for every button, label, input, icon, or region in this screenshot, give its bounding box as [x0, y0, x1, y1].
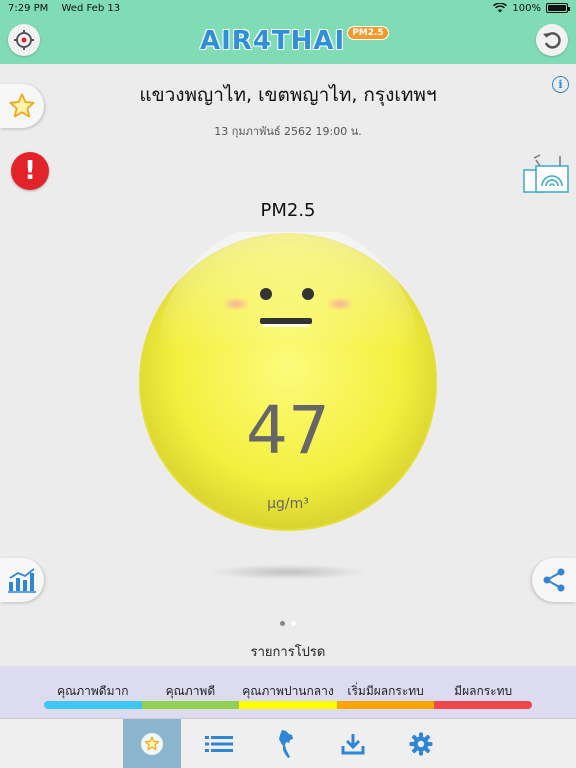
battery-fill	[548, 5, 566, 11]
face-shadow	[208, 564, 368, 580]
legend-labels: คุณภาพดีมาก คุณภาพดี คุณภาพปานกลาง เริ่มมีผ…	[44, 682, 532, 701]
right-cheek	[326, 297, 354, 311]
share-button[interactable]	[532, 558, 576, 602]
battery-icon	[546, 3, 570, 13]
logo-badge: PM2.5	[347, 26, 389, 40]
tab-favorites[interactable]	[123, 719, 181, 768]
tab-list[interactable]	[190, 719, 248, 768]
favorites-star-icon	[141, 733, 163, 755]
legend-segment	[434, 701, 532, 709]
station-icon[interactable]	[522, 152, 570, 194]
legend-segment	[239, 701, 337, 709]
share-icon	[543, 568, 565, 592]
legend-segment	[336, 701, 435, 709]
status-date: Wed Feb 13	[61, 2, 121, 14]
list-icon	[205, 736, 233, 752]
face-shine	[158, 232, 418, 352]
tab-bar	[0, 718, 576, 768]
pollutant-label: PM2.5	[260, 200, 316, 221]
logo-text: AIR4THAI	[200, 26, 346, 56]
alert-icon[interactable]: !	[11, 152, 49, 190]
pm25-value: 47	[246, 392, 330, 469]
page-indicator[interactable]	[0, 621, 576, 626]
tab-download[interactable]	[324, 719, 382, 768]
pm25-unit: μg/m³	[267, 496, 309, 512]
legend-segment	[44, 701, 142, 709]
bar-chart-icon	[8, 568, 36, 593]
location-name: แขวงพญาไท, เขตพญาไท, กรุงเทพฯ	[139, 84, 437, 106]
legend-segment	[141, 701, 240, 709]
mouth-highlight	[262, 324, 310, 327]
locate-button[interactable]	[8, 24, 40, 56]
app-header: AIR4THAI PM2.5	[0, 16, 576, 64]
star-outline-icon	[9, 93, 35, 118]
legend-label: คุณภาพดีมาก	[57, 684, 129, 698]
legend-color-bar	[44, 701, 532, 709]
aqi-legend: คุณภาพดีมาก คุณภาพดี คุณภาพปานกลาง เริ่มมีผ…	[0, 666, 576, 718]
download-icon	[341, 734, 365, 755]
status-bar: 7:29 PM Wed Feb 13 100%	[0, 0, 576, 16]
measurement-datetime: 13 กุมภาพันธ์ 2562 19:00 น.	[214, 125, 362, 138]
legend-label: มีผลกระทบ	[454, 684, 513, 698]
app-logo: AIR4THAI PM2.5	[200, 24, 389, 58]
wifi-icon	[493, 3, 508, 13]
page-dot[interactable]	[280, 621, 285, 626]
chart-button[interactable]	[0, 558, 44, 602]
thailand-map-icon	[279, 730, 293, 758]
status-right: 100%	[493, 2, 570, 14]
air-quality-face[interactable]	[138, 232, 438, 532]
legend-label: คุณภาพดี	[165, 684, 216, 698]
legend-label: เริ่มมีผลกระทบ	[347, 684, 424, 698]
refresh-icon	[543, 32, 561, 49]
tab-map[interactable]	[257, 719, 315, 768]
gear-icon	[409, 732, 433, 756]
mouth	[260, 318, 312, 324]
battery-percent: 100%	[512, 2, 541, 14]
crosshair-icon	[14, 30, 34, 50]
legend-label: คุณภาพปานกลาง	[242, 684, 334, 698]
left-eye	[260, 288, 272, 300]
refresh-button[interactable]	[536, 24, 568, 56]
favorites-label: รายการโปรด	[250, 645, 326, 660]
favorite-toggle-button[interactable]	[0, 84, 44, 128]
left-cheek	[222, 297, 250, 311]
right-eye	[302, 288, 314, 300]
status-left: 7:29 PM Wed Feb 13	[8, 3, 130, 14]
info-icon[interactable]: i	[552, 76, 569, 93]
tab-settings[interactable]	[392, 719, 450, 768]
page-dot[interactable]	[291, 621, 296, 626]
status-time: 7:29 PM	[8, 2, 49, 14]
